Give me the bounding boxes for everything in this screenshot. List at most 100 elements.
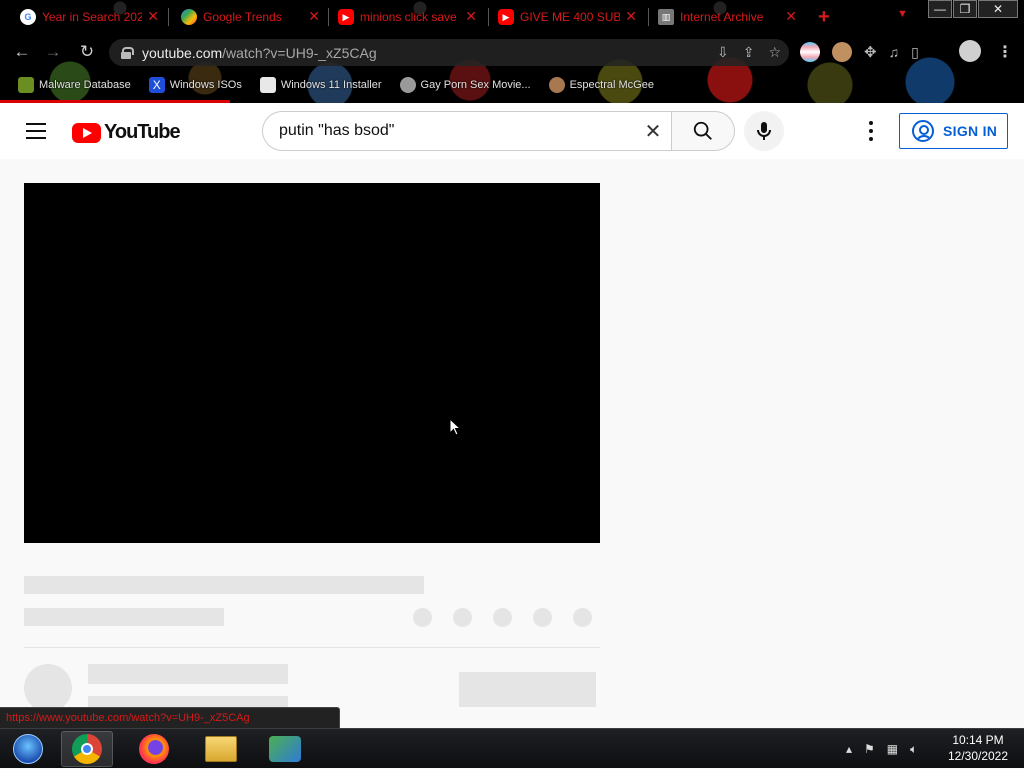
- bookmark-espectral-mcgee[interactable]: Espectral McGee: [548, 77, 654, 93]
- network-people-icon: [269, 736, 301, 762]
- sign-in-label: SIGN IN: [943, 123, 998, 139]
- tab-title: Year in Search 2022: [42, 10, 142, 24]
- settings-more-icon[interactable]: [862, 121, 880, 141]
- search-icon: [693, 121, 712, 140]
- microphone-icon: [757, 122, 771, 140]
- search-input[interactable]: putin "has bsod" ✕: [262, 111, 672, 151]
- new-tab-button[interactable]: +: [818, 6, 830, 29]
- close-window-button[interactable]: ✕: [978, 0, 1018, 18]
- restore-button[interactable]: ❐: [953, 0, 977, 18]
- puzzle-extensions-icon[interactable]: ✥: [864, 43, 877, 61]
- document-icon: [259, 77, 276, 93]
- minimize-button[interactable]: —: [928, 0, 952, 18]
- tab-search-chevron-icon[interactable]: ▼: [897, 8, 908, 20]
- bookmark-star-icon[interactable]: ☆: [768, 44, 781, 61]
- trans-flag-extension-icon[interactable]: [800, 42, 820, 62]
- url-text[interactable]: youtube.com/watch?v=UH9-_xZ5CAg: [142, 45, 377, 61]
- tab-minions[interactable]: ▶ minions click save ✕: [320, 4, 485, 30]
- archive-icon: ▥: [658, 9, 674, 25]
- browser-chrome: G Year in Search 2022 ✕ Google Trends ✕ …: [0, 0, 1024, 103]
- tab-title: GIVE ME 400 SUBS: [520, 10, 620, 24]
- avatar-extension-icon[interactable]: [832, 42, 852, 62]
- profile-avatar-icon[interactable]: [959, 40, 981, 62]
- action-center-flag-icon[interactable]: ⚑: [864, 742, 875, 756]
- bookmark-windows-isos[interactable]: X Windows ISOs: [148, 77, 242, 93]
- youtube-play-icon: [72, 122, 101, 143]
- browser-menu-icon[interactable]: ⋮: [997, 42, 1013, 62]
- volume-icon[interactable]: 🔈︎: [910, 742, 917, 757]
- system-clock[interactable]: 10:14 PM 12/30/2022: [940, 732, 1016, 764]
- sign-in-button[interactable]: SIGN IN: [899, 113, 1008, 149]
- trends-icon: [181, 9, 197, 25]
- channel-name-placeholder: [88, 664, 288, 684]
- youtube-header: YouTube putin "has bsod" ✕ SIGN IN: [0, 103, 1024, 159]
- taskbar-firefox[interactable]: [128, 731, 180, 767]
- content-divider: [24, 647, 600, 648]
- link-status-bubble: https://www.youtube.com/watch?v=UH9-_xZ5…: [0, 707, 340, 728]
- search-query-text[interactable]: putin "has bsod": [279, 122, 638, 140]
- url-host: youtube.com: [142, 44, 223, 61]
- action-placeholder: [573, 608, 592, 627]
- bookmark-malware-database[interactable]: Malware Database: [18, 77, 131, 93]
- omnibox-actions: ⇩ ⇪ ☆: [717, 44, 781, 61]
- lock-icon[interactable]: [121, 46, 134, 59]
- reload-icon[interactable]: ↻: [77, 42, 97, 62]
- views-placeholder: [24, 608, 224, 626]
- tab-close-icon[interactable]: ✕: [465, 8, 477, 25]
- bookmark-label: Espectral McGee: [569, 79, 654, 91]
- network-icon[interactable]: ▦: [887, 742, 898, 756]
- taskbar-network-app[interactable]: [259, 731, 311, 767]
- tab-title: Internet Archive: [680, 10, 764, 24]
- tab-close-icon[interactable]: ✕: [147, 8, 159, 25]
- malware-database-icon: [18, 77, 34, 93]
- bookmark-windows-11-installer[interactable]: Windows 11 Installer: [259, 77, 382, 93]
- windows-taskbar: ▴ ⚑ ▦ 🔈︎ 10:14 PM 12/30/2022: [0, 728, 1024, 768]
- bookmark-gay-porn-sex-movie[interactable]: Gay Porn Sex Movie...: [399, 77, 531, 93]
- clock-date: 12/30/2022: [947, 749, 1009, 763]
- clear-search-icon[interactable]: ✕: [638, 119, 668, 144]
- mouse-cursor-icon: [449, 418, 461, 436]
- voice-search-button[interactable]: [744, 111, 784, 151]
- tab-internet-archive[interactable]: ▥ Internet Archive ✕: [640, 4, 805, 30]
- action-placeholder: [413, 608, 432, 627]
- search-button[interactable]: [671, 111, 735, 151]
- url-path: /watch?v=UH9-_xZ5CAg: [222, 44, 377, 61]
- media-controls-icon[interactable]: ♫: [889, 44, 900, 60]
- youtube-wordmark: YouTube: [104, 121, 181, 143]
- back-arrow-icon[interactable]: ←: [12, 42, 32, 62]
- action-placeholder: [453, 608, 472, 627]
- action-placeholder: [533, 608, 552, 627]
- guide-menu-icon[interactable]: [26, 123, 46, 139]
- file-explorer-icon: [205, 736, 237, 762]
- taskbar-chrome[interactable]: [61, 731, 113, 767]
- show-hidden-icons-icon[interactable]: ▴: [846, 742, 852, 756]
- video-player[interactable]: [24, 183, 600, 543]
- tab-close-icon[interactable]: ✕: [308, 8, 320, 25]
- tab-close-icon[interactable]: ✕: [625, 8, 637, 25]
- side-panel-icon[interactable]: ▯: [911, 44, 919, 61]
- channel-avatar-placeholder: [24, 664, 72, 712]
- tab-google-trends[interactable]: Google Trends ✕: [163, 4, 328, 30]
- youtube-logo[interactable]: YouTube: [72, 121, 181, 144]
- youtube-icon: ▶: [498, 9, 514, 25]
- share-icon[interactable]: ⇪: [743, 44, 755, 61]
- start-button[interactable]: [2, 731, 54, 767]
- bookmark-label: Malware Database: [39, 79, 131, 91]
- extensions-area: ✥ ♫ ▯: [800, 42, 919, 62]
- tab-close-icon[interactable]: ✕: [785, 8, 797, 25]
- forward-arrow-icon[interactable]: →: [43, 42, 63, 62]
- google-icon: G: [20, 9, 36, 25]
- tab-give-me-subs[interactable]: ▶ GIVE ME 400 SUBS ✕: [480, 4, 645, 30]
- account-icon: [912, 120, 934, 142]
- tab-title: Google Trends: [203, 10, 282, 24]
- chrome-icon: [72, 734, 102, 764]
- taskbar-file-explorer[interactable]: [195, 731, 247, 767]
- address-bar[interactable]: youtube.com/watch?v=UH9-_xZ5CAg ⇩ ⇪ ☆: [109, 39, 789, 66]
- tab-strip: G Year in Search 2022 ✕ Google Trends ✕ …: [0, 0, 1024, 34]
- tab-year-in-search[interactable]: G Year in Search 2022 ✕: [2, 4, 167, 30]
- system-tray: ▴ ⚑ ▦ 🔈︎: [846, 729, 917, 769]
- bookmark-label: Windows 11 Installer: [280, 79, 382, 91]
- install-app-icon[interactable]: ⇩: [717, 44, 729, 61]
- firefox-icon: [139, 734, 169, 764]
- browser-toolbar: ← → ↻ youtube.com/watch?v=UH9-_xZ5CAg ⇩ …: [0, 36, 1024, 68]
